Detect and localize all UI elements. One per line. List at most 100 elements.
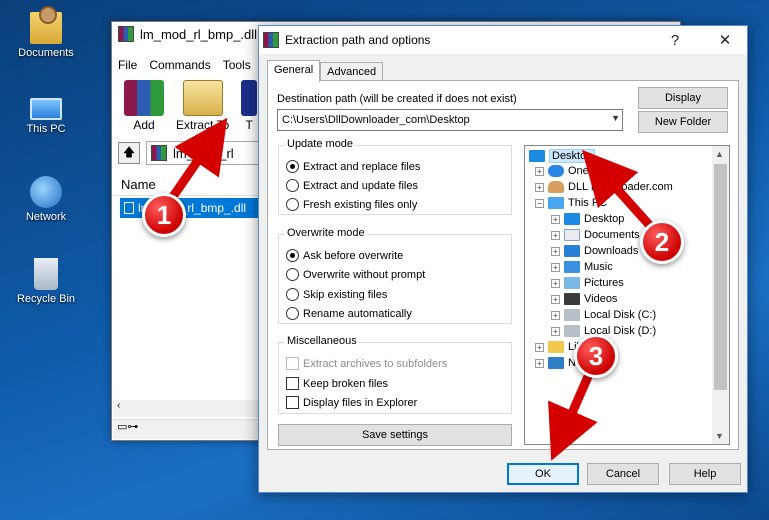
- check-display-explorer[interactable]: Display files in Explorer: [286, 396, 417, 409]
- tree-item-desktop[interactable]: Desktop: [529, 149, 596, 163]
- tree-vertical-scrollbar[interactable]: ▲ ▼: [712, 146, 729, 444]
- radio-icon: [286, 249, 299, 262]
- music-note-icon: [564, 261, 580, 273]
- download-arrow-icon: [564, 245, 580, 257]
- pictures-icon: [564, 277, 580, 289]
- table-row[interactable]: lm_mod_rl_bmp_.dll: [120, 198, 260, 218]
- checkbox-icon: [286, 396, 299, 409]
- tree-item-videos[interactable]: + Videos: [551, 293, 617, 305]
- option-label: Extract archives to subfolders: [303, 357, 448, 370]
- desktop-icon-label: Recycle Bin: [16, 293, 76, 305]
- display-button[interactable]: Display: [638, 87, 728, 109]
- radio-icon: [286, 179, 299, 192]
- hard-drive-icon: [564, 325, 580, 337]
- add-label: Add: [133, 118, 155, 132]
- check-keep-broken[interactable]: Keep broken files: [286, 377, 388, 390]
- tree-item-disk-c[interactable]: + Local Disk (C:): [551, 309, 656, 321]
- expand-icon[interactable]: +: [535, 342, 544, 352]
- expand-icon[interactable]: +: [551, 294, 560, 304]
- menu-tools[interactable]: Tools: [223, 58, 251, 72]
- collapse-icon[interactable]: −: [535, 198, 544, 208]
- tree-item-this-pc[interactable]: − This PC: [535, 197, 607, 209]
- expand-icon[interactable]: +: [551, 262, 560, 272]
- misc-title: Miscellaneous: [285, 335, 359, 347]
- menu-file[interactable]: File: [118, 58, 137, 72]
- step-badge-1: 1: [142, 193, 186, 237]
- radio-skip-existing[interactable]: Skip existing files: [286, 288, 387, 301]
- desktop-icon-documents[interactable]: Documents: [8, 6, 84, 59]
- film-strip-icon: [564, 293, 580, 305]
- tab-advanced[interactable]: Advanced: [320, 62, 384, 81]
- destination-path-input[interactable]: C:\Users\DllDownloader_com\Desktop ▼: [277, 109, 623, 131]
- expand-icon[interactable]: +: [535, 182, 544, 192]
- desktop-folder-icon: [564, 213, 580, 225]
- chevron-down-icon[interactable]: ▼: [715, 431, 724, 441]
- option-label: Fresh existing files only: [303, 198, 418, 211]
- overwrite-mode-group: Overwrite mode Ask before overwrite Over…: [278, 227, 512, 324]
- desktop-folder-icon: [529, 150, 545, 162]
- desktop-icon-recycle-bin[interactable]: Recycle Bin: [8, 258, 84, 305]
- radio-rename-auto[interactable]: Rename automatically: [286, 307, 412, 320]
- dialog-tabs: General Advanced: [267, 60, 384, 82]
- expand-icon[interactable]: +: [535, 166, 544, 176]
- archive-path-text: lm_mod_rl: [173, 145, 234, 161]
- expand-icon[interactable]: +: [551, 246, 560, 256]
- expand-icon[interactable]: +: [551, 214, 560, 224]
- test-label: T: [245, 118, 253, 132]
- update-mode-title: Update mode: [285, 138, 356, 150]
- option-label: Skip existing files: [303, 288, 388, 301]
- option-label: Display files in Explorer: [303, 396, 418, 409]
- close-button[interactable]: ✕: [703, 26, 747, 54]
- radio-extract-replace[interactable]: Extract and replace files: [286, 160, 420, 173]
- tree-item-onedrive[interactable]: + OneDrive: [535, 165, 614, 177]
- test-button[interactable]: T: [241, 80, 258, 132]
- tree-label: Documents: [584, 229, 640, 241]
- radio-icon: [286, 288, 299, 301]
- folder-tree[interactable]: Desktop + OneDrive + DLL Downloader.com …: [524, 145, 730, 445]
- onedrive-cloud-icon: [548, 165, 564, 177]
- radio-overwrite-without-prompt[interactable]: Overwrite without prompt: [286, 268, 425, 281]
- ok-button[interactable]: OK: [507, 463, 579, 485]
- scrollbar-thumb[interactable]: [714, 164, 727, 390]
- tree-item-pc-desktop[interactable]: + Desktop: [551, 213, 624, 225]
- expand-icon[interactable]: +: [551, 230, 560, 240]
- radio-icon: [286, 307, 299, 320]
- new-folder-button[interactable]: New Folder: [638, 111, 728, 133]
- radio-extract-update[interactable]: Extract and update files: [286, 179, 418, 192]
- tree-label: Pictures: [584, 277, 624, 289]
- option-label: Rename automatically: [303, 307, 412, 320]
- step-badge-3: 3: [574, 334, 618, 378]
- expand-icon[interactable]: +: [551, 310, 560, 320]
- tree-label: Local Disk (C:): [584, 309, 657, 321]
- tree-label: DLL Downloader.com: [568, 181, 673, 193]
- tree-item-documents[interactable]: + Documents: [551, 229, 640, 241]
- up-folder-button[interactable]: 🡅: [118, 142, 140, 164]
- extract-to-button[interactable]: Extract To: [176, 80, 229, 132]
- option-label: Ask before overwrite: [303, 249, 404, 262]
- chevron-up-icon[interactable]: ▲: [715, 149, 724, 159]
- horizontal-scrollbar[interactable]: ‹: [113, 400, 263, 417]
- help-button[interactable]: Help: [669, 463, 741, 485]
- tree-item-downloads[interactable]: + Downloads: [551, 245, 638, 257]
- radio-ask-before[interactable]: Ask before overwrite: [286, 249, 403, 262]
- menu-commands[interactable]: Commands: [149, 58, 210, 72]
- desktop-icon-label: Network: [25, 211, 67, 223]
- chevron-down-icon[interactable]: ▼: [611, 113, 620, 123]
- expand-icon[interactable]: +: [551, 278, 560, 288]
- desktop-icon-this-pc[interactable]: This PC: [8, 92, 84, 135]
- help-title-button[interactable]: ?: [653, 26, 697, 54]
- add-button[interactable]: Add: [124, 80, 164, 132]
- radio-fresh-existing[interactable]: Fresh existing files only: [286, 198, 417, 211]
- tab-general[interactable]: General: [267, 60, 321, 82]
- tree-item-music[interactable]: + Music: [551, 261, 613, 273]
- expand-icon[interactable]: +: [535, 358, 544, 368]
- expand-icon[interactable]: +: [551, 326, 560, 336]
- radio-icon: [286, 198, 299, 211]
- desktop-icon-network[interactable]: Network: [8, 176, 84, 223]
- cancel-button[interactable]: Cancel: [587, 463, 659, 485]
- tree-item-pictures[interactable]: + Pictures: [551, 277, 624, 289]
- save-settings-button[interactable]: Save settings: [278, 424, 512, 446]
- tree-item-user[interactable]: + DLL Downloader.com: [535, 181, 673, 193]
- update-mode-group: Update mode Extract and replace files Ex…: [278, 138, 512, 215]
- destination-label: Destination path (will be created if doe…: [277, 93, 517, 105]
